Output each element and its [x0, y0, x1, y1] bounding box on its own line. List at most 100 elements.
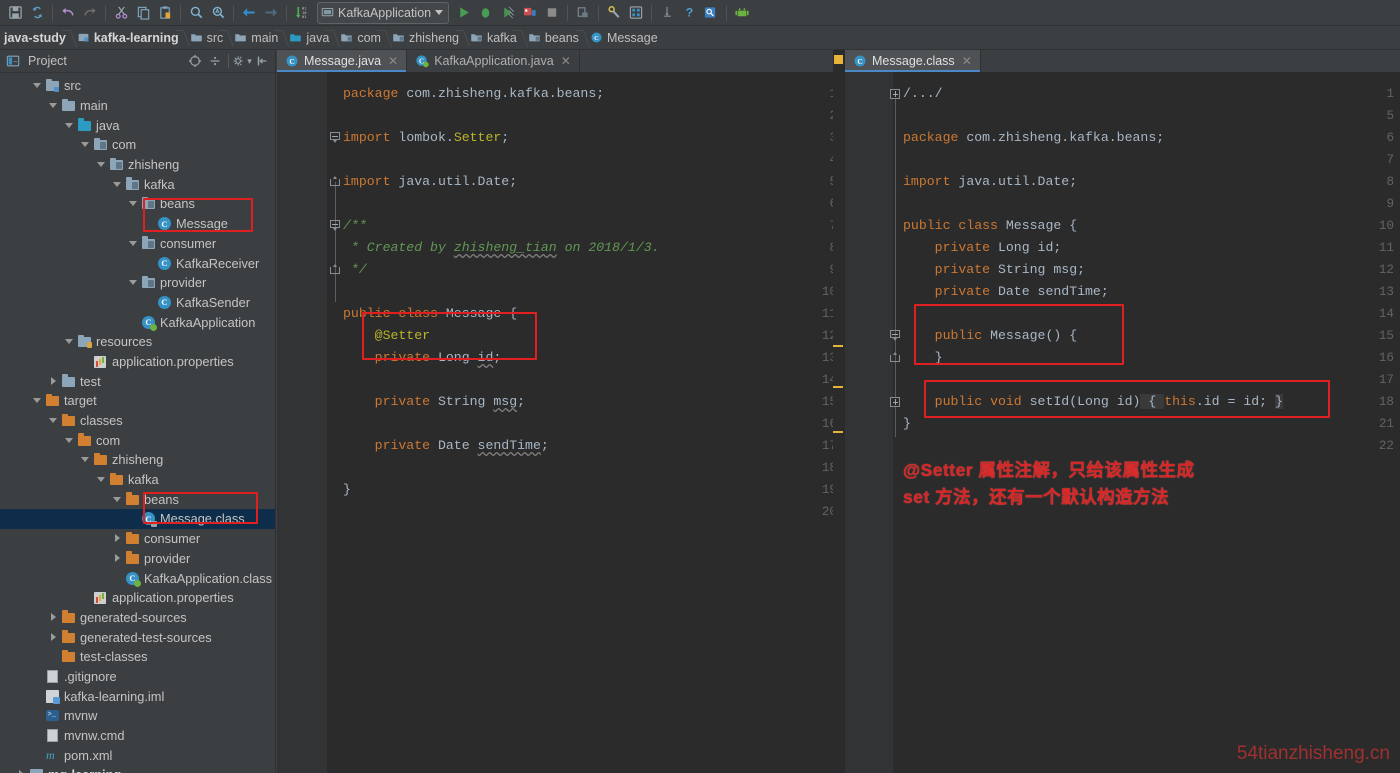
- editor-right-body[interactable]: 1 /.../ 5 6 package com.zhisheng.kafka.beans…: [845, 72, 1400, 773]
- tree-expand-arrow-icon[interactable]: [128, 198, 139, 209]
- code-line[interactable]: }: [903, 413, 911, 435]
- tree-node-beans[interactable]: beans: [0, 489, 275, 509]
- tree-expand-arrow-icon[interactable]: [16, 769, 27, 773]
- tree-node-mq-learning[interactable]: mq-learning: [0, 765, 275, 773]
- tree-node-application-properties[interactable]: application.properties: [0, 588, 275, 608]
- build-project-icon[interactable]: [572, 2, 594, 24]
- code-line[interactable]: /**: [343, 215, 367, 237]
- code-line[interactable]: }: [903, 347, 943, 369]
- warning-marker[interactable]: [833, 431, 843, 433]
- code-fold-toggle-icon[interactable]: [889, 347, 901, 369]
- debug-icon[interactable]: [475, 2, 497, 24]
- paste-icon[interactable]: [154, 2, 176, 24]
- warning-summary-marker[interactable]: [834, 55, 843, 64]
- editor-tab-kafkaapplication-java[interactable]: C KafkaApplication.java ✕: [407, 50, 580, 72]
- tree-node-zhisheng[interactable]: zhisheng: [0, 155, 275, 175]
- code-fold-toggle-icon[interactable]: [889, 325, 901, 347]
- editor-left-body[interactable]: 1 package com.zhisheng.kafka.beans; 23 impo…: [277, 72, 845, 773]
- code-fold-toggle-icon[interactable]: [329, 127, 341, 149]
- tree-node-kafka[interactable]: kafka: [0, 470, 275, 490]
- tree-node-provider[interactable]: provider: [0, 549, 275, 569]
- editor-left-gutter[interactable]: [277, 72, 327, 773]
- breadcrumb-item-java[interactable]: java: [285, 26, 336, 50]
- search-everywhere-icon[interactable]: [700, 2, 722, 24]
- coverage-icon[interactable]: [497, 2, 519, 24]
- breadcrumb-item-message[interactable]: C Message: [586, 26, 665, 50]
- code-line[interactable]: }: [343, 479, 351, 501]
- breadcrumb-item-com[interactable]: com: [336, 26, 388, 50]
- tree-node-mvnw[interactable]: >_ mvnw: [0, 706, 275, 726]
- tree-node--gitignore[interactable]: .gitignore: [0, 667, 275, 687]
- tree-node-java[interactable]: java: [0, 115, 275, 135]
- tree-expand-arrow-icon[interactable]: [32, 395, 43, 406]
- breadcrumb-item-zhisheng[interactable]: zhisheng: [388, 26, 466, 50]
- tree-node-src[interactable]: src: [0, 76, 275, 96]
- tree-node-consumer[interactable]: consumer: [0, 529, 275, 549]
- tree-node-generated-test-sources[interactable]: generated-test-sources: [0, 627, 275, 647]
- tree-expand-arrow-icon[interactable]: [128, 277, 139, 288]
- find-icon[interactable]: [185, 2, 207, 24]
- code-line[interactable]: private Long id;: [343, 347, 502, 369]
- tree-node-resources[interactable]: resources: [0, 332, 275, 352]
- breadcrumb-item-kafka[interactable]: kafka: [466, 26, 524, 50]
- tree-node-kafka[interactable]: kafka: [0, 174, 275, 194]
- tree-node-provider[interactable]: provider: [0, 273, 275, 293]
- code-line[interactable]: import java.util.Date;: [903, 171, 1077, 193]
- breadcrumb-item-java-study[interactable]: java-study: [0, 26, 73, 50]
- tree-node-zhisheng[interactable]: zhisheng: [0, 450, 275, 470]
- tree-node-message[interactable]: C Message: [0, 214, 275, 234]
- tree-node-beans[interactable]: beans: [0, 194, 275, 214]
- chevron-down-icon[interactable]: [435, 10, 444, 15]
- tree-node-com[interactable]: com: [0, 430, 275, 450]
- code-line[interactable]: @Setter: [343, 325, 430, 347]
- compile-icon[interactable]: 01 10 01: [291, 2, 313, 24]
- editor-tab-message-java[interactable]: C Message.java ✕: [277, 50, 408, 72]
- stop-icon[interactable]: [541, 2, 563, 24]
- find-replace-icon[interactable]: [207, 2, 229, 24]
- tree-node-generated-sources[interactable]: generated-sources: [0, 608, 275, 628]
- tree-node-mvnw-cmd[interactable]: mvnw.cmd: [0, 726, 275, 746]
- tree-expand-arrow-icon[interactable]: [80, 139, 91, 150]
- tree-expand-arrow-icon[interactable]: [128, 238, 139, 249]
- tree-expand-arrow-icon[interactable]: [112, 533, 123, 544]
- help-icon[interactable]: ?: [678, 2, 700, 24]
- tree-expand-arrow-icon[interactable]: [48, 612, 59, 623]
- breadcrumb-item-src[interactable]: src: [186, 26, 231, 50]
- collapse-all-icon[interactable]: [205, 51, 225, 71]
- warning-marker[interactable]: [833, 345, 843, 347]
- tree-expand-arrow-icon[interactable]: [48, 100, 59, 111]
- run-configuration-selector[interactable]: KafkaApplication: [317, 1, 450, 24]
- breadcrumb-item-beans[interactable]: beans: [524, 26, 586, 50]
- code-line[interactable]: * Created by zhisheng_tian on 2018/1/3.: [343, 237, 660, 259]
- tree-node-target[interactable]: target: [0, 391, 275, 411]
- warning-marker[interactable]: [833, 386, 843, 388]
- code-fold-toggle-icon[interactable]: [889, 391, 901, 413]
- code-line[interactable]: */: [343, 259, 367, 281]
- code-fold-toggle-icon[interactable]: [329, 259, 341, 281]
- breadcrumb-item-kafka-learning[interactable]: kafka-learning: [73, 26, 186, 50]
- android-icon[interactable]: [731, 2, 753, 24]
- project-structure-icon[interactable]: [625, 2, 647, 24]
- tree-expand-arrow-icon[interactable]: [96, 159, 107, 170]
- code-line[interactable]: public class Message {: [903, 215, 1077, 237]
- tree-expand-arrow-icon[interactable]: [32, 80, 43, 91]
- copy-icon[interactable]: [132, 2, 154, 24]
- tree-node-test[interactable]: test: [0, 371, 275, 391]
- editor-right-gutter[interactable]: [845, 72, 893, 773]
- code-fold-toggle-icon[interactable]: [329, 215, 341, 237]
- attach-icon[interactable]: [656, 2, 678, 24]
- project-tree[interactable]: src main java com zhisheng kafka beans C Message…: [0, 73, 275, 773]
- tree-node-kafkaapplication-class[interactable]: C KafkaApplication.class: [0, 568, 275, 588]
- tree-node-kafkareceiver[interactable]: C KafkaReceiver: [0, 253, 275, 273]
- close-icon[interactable]: ✕: [388, 54, 398, 68]
- code-fold-toggle-icon[interactable]: [889, 83, 901, 105]
- back-icon[interactable]: [238, 2, 260, 24]
- editor-tab-message-class[interactable]: C Message.class ✕: [845, 50, 981, 72]
- settings-icon[interactable]: [603, 2, 625, 24]
- tree-node-kafkaapplication[interactable]: C KafkaApplication: [0, 312, 275, 332]
- redo-icon[interactable]: [79, 2, 101, 24]
- code-line[interactable]: public class Message {: [343, 303, 517, 325]
- editor-left-marker-stripe[interactable]: [833, 50, 845, 773]
- code-line[interactable]: private Date sendTime;: [903, 281, 1109, 303]
- collapse-target-icon[interactable]: [185, 51, 205, 71]
